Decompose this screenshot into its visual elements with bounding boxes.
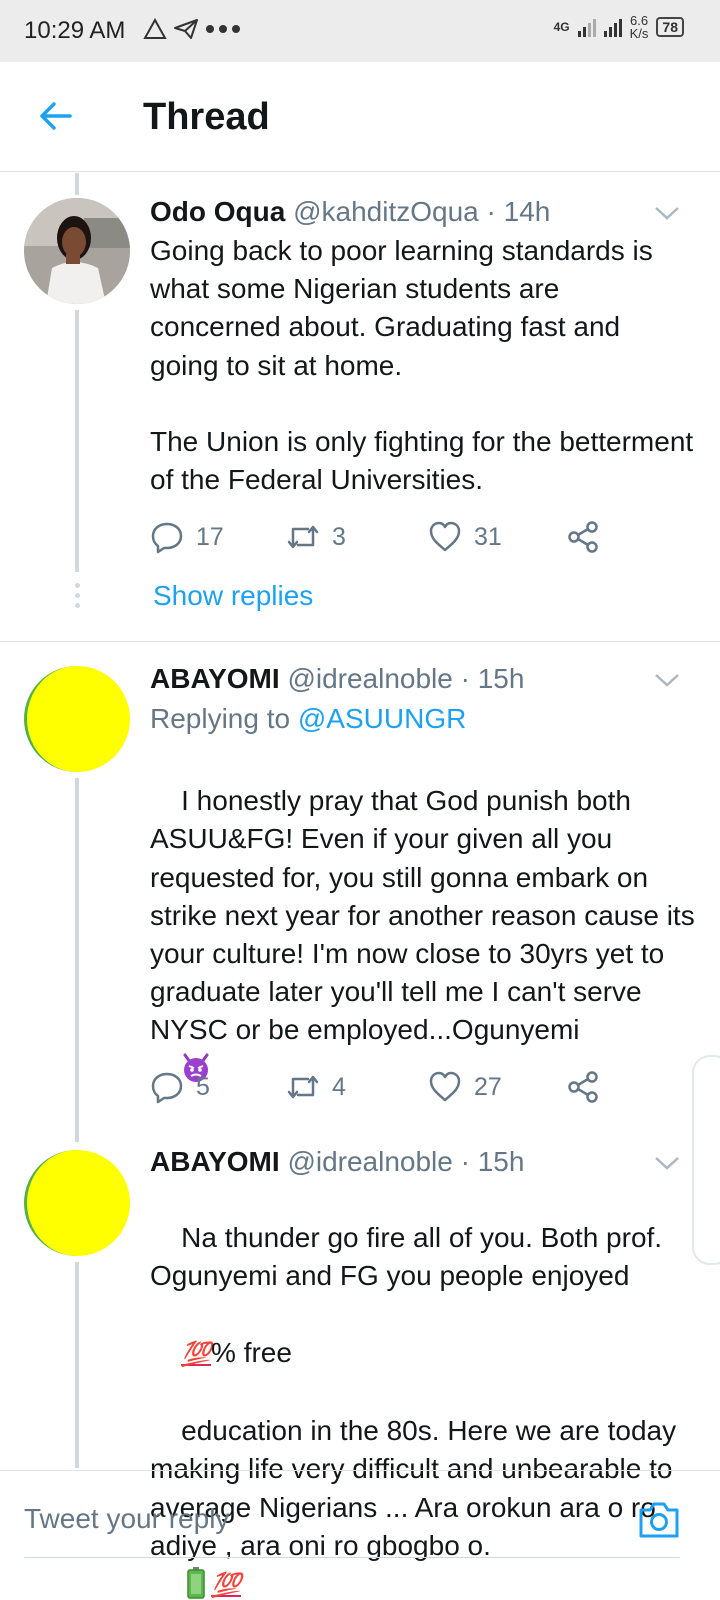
hundred-points-emoji: 💯 [181, 1340, 212, 1368]
battery-indicator: 78 [656, 17, 684, 37]
more-dots-icon [206, 25, 240, 33]
chevron-down-icon[interactable] [654, 672, 680, 688]
status-time: 10:29 AM [24, 17, 126, 44]
battery-emoji-icon [187, 1567, 205, 1599]
retweet-button[interactable]: 4 [286, 1067, 346, 1107]
chevron-down-icon[interactable] [654, 205, 680, 221]
retweet-count: 3 [332, 522, 346, 551]
thread-dots [73, 583, 81, 613]
retweet-icon [287, 1075, 319, 1099]
like-count: 31 [474, 522, 502, 551]
retweet-button[interactable]: 3 [286, 517, 346, 557]
tweet-text: I honestly pray that God punish both ASU… [150, 785, 703, 1046]
author-handle: @idrealnoble · 15h [287, 663, 525, 694]
author-handle: @kahditzOqua · 14h [293, 196, 551, 227]
status-bar: 10:29 AM 4G 6.6 K/s 78 [0, 0, 720, 62]
share-icon [568, 521, 598, 553]
reply-count: 5 [196, 1072, 210, 1101]
network-speed: 6.6 K/s [630, 14, 649, 40]
edge-panel-handle[interactable] [692, 1055, 720, 1265]
reply-input[interactable]: Tweet your reply [24, 1503, 229, 1535]
input-underline [24, 1557, 680, 1558]
share-button[interactable] [566, 1067, 612, 1107]
tweet-actions: 5 4 27 [150, 1067, 620, 1107]
app-header: Thread [0, 62, 720, 172]
chevron-down-icon[interactable] [654, 1155, 680, 1171]
divider [0, 641, 720, 642]
speed-unit: K/s [629, 26, 649, 41]
like-count: 27 [474, 1072, 502, 1101]
telegram-icon [174, 19, 198, 39]
signal-strength-icon [577, 17, 596, 37]
warning-icon [143, 18, 167, 39]
tweet-actions: 17 3 31 [150, 517, 620, 557]
replying-to: Replying to @ASUUNGR [150, 701, 466, 737]
hundred-points-emoji-end: 💯 [211, 1572, 242, 1600]
avatar[interactable] [24, 1150, 130, 1256]
avatar[interactable] [24, 666, 130, 772]
like-icon [429, 1071, 461, 1102]
author-name[interactable]: Odo Oqua [150, 196, 285, 227]
like-icon [429, 521, 461, 552]
reply-button[interactable]: 5 [150, 1067, 210, 1107]
like-button[interactable]: 27 [428, 1067, 502, 1107]
share-icon [568, 1071, 598, 1103]
thread-line-top [75, 173, 79, 195]
reply-composer: Tweet your reply [0, 1470, 720, 1570]
tweet-text: Going back to poor learning standards is… [150, 235, 694, 496]
author-handle: @idrealnoble · 15h [287, 1146, 525, 1177]
status-right-icons: 4G 6.6 K/s 78 [554, 14, 684, 40]
reply-count: 17 [196, 522, 224, 551]
retweet-count: 4 [332, 1072, 346, 1101]
retweet-icon [287, 525, 319, 549]
network-type: 4G [553, 20, 570, 34]
replying-to-mention[interactable]: @ASUUNGR [298, 703, 466, 734]
share-button[interactable] [566, 517, 612, 557]
reply-icon [151, 1072, 183, 1104]
camera-icon[interactable] [637, 1500, 681, 1540]
tweet-text-line1: Na thunder go fire all of you. Both prof… [150, 1222, 670, 1292]
user-photo-icon [24, 198, 130, 304]
author-name[interactable]: ABAYOMI [150, 1146, 280, 1177]
thread-line-3 [75, 1262, 79, 1468]
thread-line-1 [75, 310, 79, 572]
avatar[interactable] [24, 198, 130, 304]
like-button[interactable]: 31 [428, 517, 502, 557]
page-title: Thread [143, 96, 270, 138]
author-name[interactable]: ABAYOMI [150, 663, 280, 694]
reply-icon [151, 522, 183, 554]
status-notification-icons [143, 18, 241, 40]
reply-button[interactable]: 17 [150, 517, 224, 557]
thread-line-2 [75, 778, 79, 1142]
tweet-text-line2: % free [211, 1336, 292, 1368]
signal-strength-icon-2 [603, 17, 622, 37]
back-arrow-icon[interactable] [36, 96, 76, 136]
replying-to-label: Replying to [150, 703, 291, 734]
show-replies-link[interactable]: Show replies [153, 580, 313, 612]
